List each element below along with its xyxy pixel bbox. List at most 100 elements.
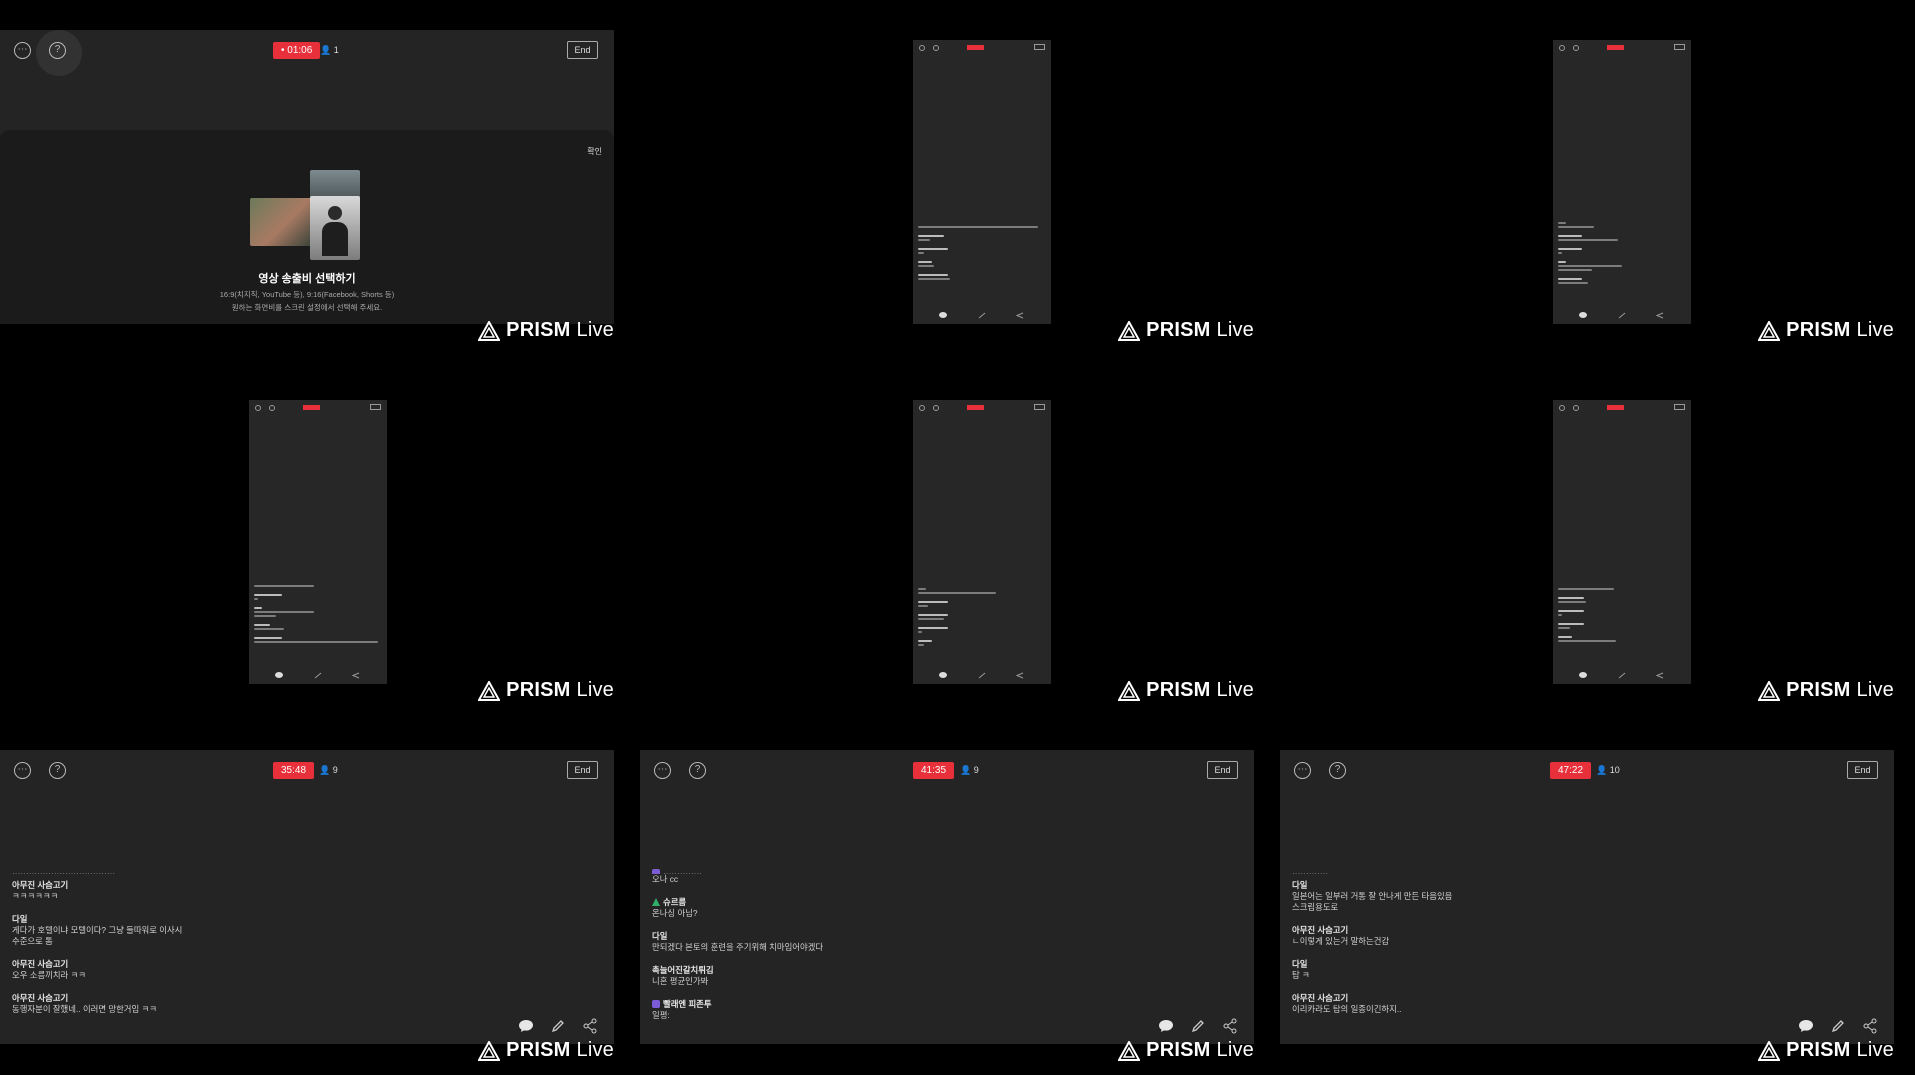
chat-message-partial: ····································· — [12, 868, 116, 874]
end-button[interactable]: End — [567, 41, 598, 59]
chat-text: 만되겠다 본토의 훈련을 주기위해 치마입어야겠다 — [652, 942, 824, 952]
more-icon[interactable]: ⋯ — [654, 762, 671, 779]
chat-list: ·············· 오나 cc 슈르름 온나싱 아님? 다일 만되겠다 본… — [652, 868, 823, 1033]
live-timer: • 01:06 — [273, 42, 321, 59]
viewer-count: 👤 9 — [319, 762, 338, 779]
end-button — [1034, 44, 1045, 50]
top-bar: ⋯ ? • 01:06 👤 1 End — [0, 30, 614, 70]
confirm-button[interactable]: 확인 — [587, 146, 602, 157]
pencil-icon — [1618, 312, 1626, 319]
more-icon[interactable]: ⋯ — [14, 42, 31, 59]
chat-list — [254, 585, 379, 645]
chat-text: 게다가 호텔이냐 모텔이다? 그냥 들따워로 이사시 — [12, 925, 183, 935]
product-text: Live — [1856, 679, 1894, 701]
chat-text: 일본어는 일부러 거통 잘 안나게 만든 타음있음 — [1292, 891, 1453, 901]
share-icon[interactable] — [582, 1018, 598, 1034]
chat-text: 일평: — [652, 1010, 670, 1020]
chat-author: 다일 — [1292, 880, 1308, 890]
viewer-number: 10 — [1609, 765, 1620, 775]
help-icon[interactable]: ? — [49, 762, 66, 779]
chat-message: 촉늘어진갈치튀김 니혼 평균인가봐 — [652, 965, 823, 987]
sheet-subtitle: 16:9(치지직, YouTube 등), 9:16(Facebook, Sho… — [219, 290, 395, 299]
product-text: Live — [1216, 319, 1254, 341]
preview-thumbnails — [250, 170, 362, 262]
capture-panel-9: ⋯ ? 47:22 👤 10 End ············· 다일 일본어는 … — [1280, 750, 1894, 1061]
chat-author: 다일 — [12, 914, 28, 924]
end-button[interactable]: End — [1207, 761, 1238, 779]
share-icon — [1016, 312, 1024, 319]
pencil-icon — [1618, 672, 1626, 679]
chat-bubble-icon[interactable] — [1158, 1018, 1174, 1034]
capture-panel-2: PRISM Live — [640, 30, 1254, 341]
pencil-icon[interactable] — [550, 1018, 566, 1034]
product-text: Live — [1216, 679, 1254, 701]
chat-list: ····································· 아무… — [12, 868, 182, 1027]
chat-message: 오나 cc — [652, 874, 823, 885]
brand-text: PRISM — [1146, 1039, 1211, 1061]
pencil-icon — [314, 672, 322, 679]
end-button[interactable]: End — [567, 761, 598, 779]
share-icon[interactable] — [1862, 1018, 1878, 1034]
chat-text: 온나싱 아님? — [652, 908, 698, 918]
chat-text: 오나 cc — [652, 874, 679, 884]
capture-panel-3: PRISM Live — [1280, 30, 1894, 341]
more-icon[interactable]: ⋯ — [14, 762, 31, 779]
help-icon[interactable]: ? — [49, 42, 66, 59]
live-timer: 41:35 — [913, 762, 955, 779]
sheet-subtitle: 원하는 화면비를 스크린 설정에서 선택해 주세요. — [231, 303, 383, 312]
phone-bottom-icons — [1553, 312, 1691, 320]
chat-author: 슈르름 — [663, 897, 687, 907]
top-bar: ⋯ ? 41:35 👤 9 End — [640, 750, 1254, 790]
prism-logo-icon — [1758, 1040, 1781, 1061]
help-icon — [933, 45, 939, 51]
viewer-count: 👤 9 — [960, 762, 979, 779]
prism-live-watermark: PRISM Live — [1758, 319, 1894, 342]
share-icon — [1656, 312, 1664, 319]
help-icon[interactable]: ? — [1329, 762, 1346, 779]
chat-bubble-icon[interactable] — [1798, 1018, 1814, 1034]
more-icon — [919, 45, 925, 51]
sheet-title: 영상 송출비 선택하기 — [258, 273, 356, 285]
chat-message: 빨래엔 피존투 일평: — [652, 999, 823, 1021]
chat-bubble-icon[interactable] — [518, 1018, 534, 1034]
prism-live-watermark: PRISM Live — [478, 319, 614, 342]
product-text: Live — [1856, 319, 1894, 341]
phone-screen — [913, 40, 1051, 324]
chat-list — [918, 226, 1043, 282]
chat-message: 다일 만되겠다 본토의 훈련을 주기위해 치마입어야겠다 — [652, 931, 823, 953]
chat-author: 다일 — [1292, 959, 1308, 969]
brand-text: PRISM — [1146, 319, 1211, 341]
pencil-icon[interactable] — [1830, 1018, 1846, 1034]
chat-message: 다일 일본어는 일부러 거통 잘 안나게 만든 타음있음 스크립용도로 — [1292, 880, 1452, 913]
chat-text: 스크립용도로 — [1292, 902, 1339, 912]
prism-logo-icon — [1118, 320, 1141, 341]
chat-author: 아무진 사슴고기 — [12, 880, 69, 890]
phone-screen — [1553, 40, 1691, 324]
capture-panel-4: PRISM Live — [0, 390, 614, 701]
live-timer: 47:22 — [1550, 762, 1592, 779]
viewer-number: 9 — [973, 765, 979, 775]
brand-text: PRISM — [1786, 679, 1851, 701]
end-button[interactable]: End — [1847, 761, 1878, 779]
phone-bottom-icons — [249, 672, 387, 680]
chat-bubble-icon — [275, 672, 283, 678]
prism-logo-icon — [1758, 680, 1781, 701]
chat-text: ㅋㅋㅋㅋㅋㅋ — [12, 891, 59, 901]
share-icon[interactable] — [1222, 1018, 1238, 1034]
product-text: Live — [576, 679, 614, 701]
top-bar: ⋯ ? 35:48 👤 9 End — [0, 750, 614, 790]
share-icon — [352, 672, 360, 679]
more-icon[interactable]: ⋯ — [1294, 762, 1311, 779]
chat-message: 아무진 사슴고기 오우 소름끼치라 ㅋㅋ — [12, 959, 182, 981]
more-icon — [255, 405, 261, 411]
product-text: Live — [576, 319, 614, 341]
chat-list — [1558, 222, 1683, 286]
phone-bottom-icons — [913, 312, 1051, 320]
phone-screen — [913, 400, 1051, 684]
help-icon[interactable]: ? — [689, 762, 706, 779]
live-timer — [1607, 405, 1624, 410]
product-text: Live — [576, 1039, 614, 1061]
phone-bottom-icons — [913, 672, 1051, 680]
end-button — [370, 404, 381, 410]
pencil-icon[interactable] — [1190, 1018, 1206, 1034]
